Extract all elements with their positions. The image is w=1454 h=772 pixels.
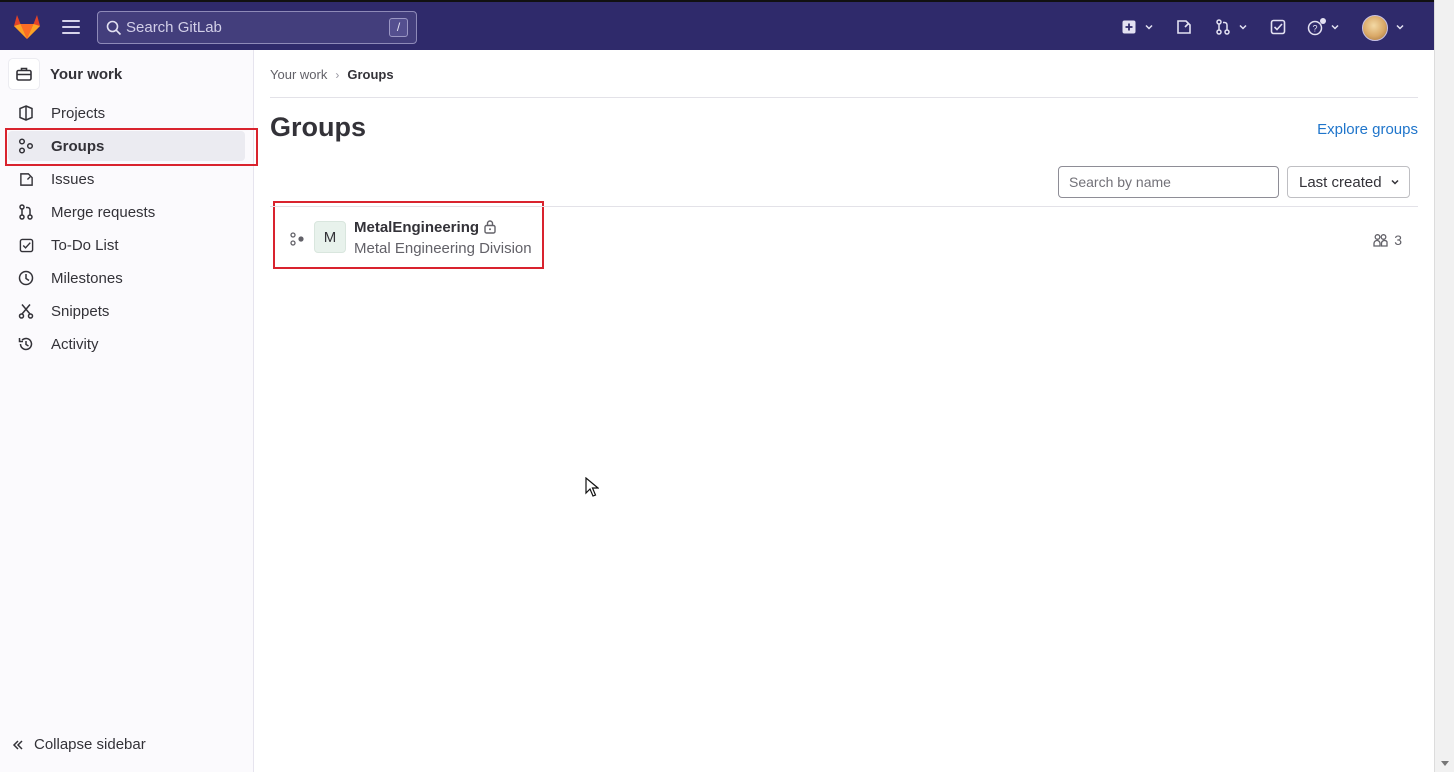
merge-request-icon bbox=[17, 203, 35, 221]
chevron-down-icon bbox=[1396, 24, 1404, 30]
search-by-name-input[interactable] bbox=[1058, 166, 1279, 198]
search-shortcut-badge: / bbox=[389, 18, 408, 37]
sidebar-item-milestones[interactable]: Milestones bbox=[8, 263, 245, 293]
sidebar-item-label: To-Do List bbox=[51, 236, 119, 254]
project-icon bbox=[17, 104, 35, 122]
sidebar-item-label: Issues bbox=[51, 170, 95, 188]
sidebar-item-groups[interactable]: Groups bbox=[8, 131, 245, 161]
sidebar-item-label: Activity bbox=[51, 335, 99, 353]
chevron-down-icon bbox=[1331, 24, 1339, 30]
user-avatar[interactable] bbox=[1362, 15, 1388, 41]
breadcrumb-separator-icon: › bbox=[335, 67, 340, 82]
collapse-sidebar-label: Collapse sidebar bbox=[34, 736, 146, 753]
help-button[interactable]: ? bbox=[1307, 17, 1340, 37]
chevron-down-icon bbox=[1239, 24, 1247, 30]
milestone-icon bbox=[17, 269, 35, 287]
main-menu-button[interactable] bbox=[60, 16, 82, 38]
todo-shortcut-button[interactable] bbox=[1270, 17, 1286, 37]
sidebar-item-label: Projects bbox=[51, 104, 106, 122]
lock-icon bbox=[484, 220, 496, 234]
divider bbox=[270, 97, 1418, 98]
top-bar: Search GitLab / ? bbox=[0, 0, 1434, 50]
merge-requests-shortcut-button[interactable] bbox=[1215, 17, 1248, 37]
snippet-icon bbox=[17, 302, 35, 320]
sidebar-item-label: Milestones bbox=[51, 269, 123, 287]
sidebar-item-todo-list[interactable]: To-Do List bbox=[8, 230, 245, 260]
search-icon bbox=[106, 20, 122, 35]
sidebar-item-label: Merge requests bbox=[51, 203, 156, 221]
user-menu-chevron[interactable] bbox=[1395, 17, 1405, 37]
window-scrollbar[interactable] bbox=[1434, 0, 1454, 772]
sort-dropdown-label: Last created bbox=[1299, 173, 1382, 191]
breadcrumb-parent-link[interactable]: Your work bbox=[270, 67, 327, 82]
scroll-down-arrow-icon[interactable] bbox=[1441, 761, 1449, 766]
sidebar-item-snippets[interactable]: Snippets bbox=[8, 296, 245, 326]
sidebar-item-issues[interactable]: Issues bbox=[8, 164, 245, 194]
search-placeholder: Search GitLab bbox=[126, 19, 222, 36]
page-title: Groups bbox=[270, 112, 367, 142]
todo-icon bbox=[1270, 19, 1286, 35]
search-box[interactable]: Search GitLab / bbox=[97, 11, 417, 44]
help-icon: ? bbox=[1307, 18, 1326, 36]
issues-icon bbox=[17, 170, 35, 188]
briefcase-icon bbox=[8, 58, 40, 90]
sidebar-item-label: Snippets bbox=[51, 302, 110, 320]
sidebar-item-merge-requests[interactable]: Merge requests bbox=[8, 197, 245, 227]
sidebar-item-projects[interactable]: Projects bbox=[8, 98, 245, 128]
merge-request-icon bbox=[1216, 19, 1230, 35]
collapse-sidebar-button[interactable]: Collapse sidebar bbox=[12, 736, 146, 753]
breadcrumb: Your work › Groups bbox=[270, 67, 394, 82]
issues-shortcut-button[interactable] bbox=[1176, 17, 1192, 37]
activity-icon bbox=[17, 335, 35, 353]
todo-icon bbox=[17, 236, 35, 254]
sidebar-item-label: Groups bbox=[51, 137, 105, 155]
plus-square-icon bbox=[1122, 20, 1136, 34]
group-name-link[interactable]: MetalEngineering bbox=[354, 219, 479, 236]
sidebar-context-header[interactable]: Your work bbox=[8, 58, 122, 90]
group-members-count: 3 bbox=[1373, 232, 1402, 248]
chevron-down-icon bbox=[1145, 24, 1153, 30]
sidebar: Your work Projects Groups Issues Merge r… bbox=[0, 50, 254, 772]
chevron-down-icon bbox=[1391, 179, 1399, 185]
gitlab-logo-icon[interactable] bbox=[12, 12, 42, 40]
group-type-icon bbox=[290, 232, 304, 246]
group-icon bbox=[17, 137, 35, 155]
double-chevron-left-icon bbox=[12, 739, 23, 750]
group-row[interactable]: M MetalEngineering Metal Engineering Div… bbox=[270, 207, 1418, 269]
explore-groups-link[interactable]: Explore groups bbox=[1317, 121, 1418, 138]
group-avatar[interactable]: M bbox=[314, 221, 346, 253]
users-icon bbox=[1373, 234, 1388, 247]
sort-dropdown[interactable]: Last created bbox=[1287, 166, 1410, 198]
members-count-value: 3 bbox=[1394, 232, 1402, 248]
create-new-button[interactable] bbox=[1122, 17, 1154, 37]
group-description: Metal Engineering Division bbox=[354, 240, 532, 257]
sidebar-item-activity[interactable]: Activity bbox=[8, 329, 245, 359]
mouse-cursor-icon bbox=[585, 477, 599, 497]
svg-text:?: ? bbox=[1312, 24, 1317, 34]
sidebar-title: Your work bbox=[50, 65, 123, 83]
issues-icon bbox=[1177, 20, 1191, 34]
breadcrumb-current[interactable]: Groups bbox=[347, 67, 393, 82]
